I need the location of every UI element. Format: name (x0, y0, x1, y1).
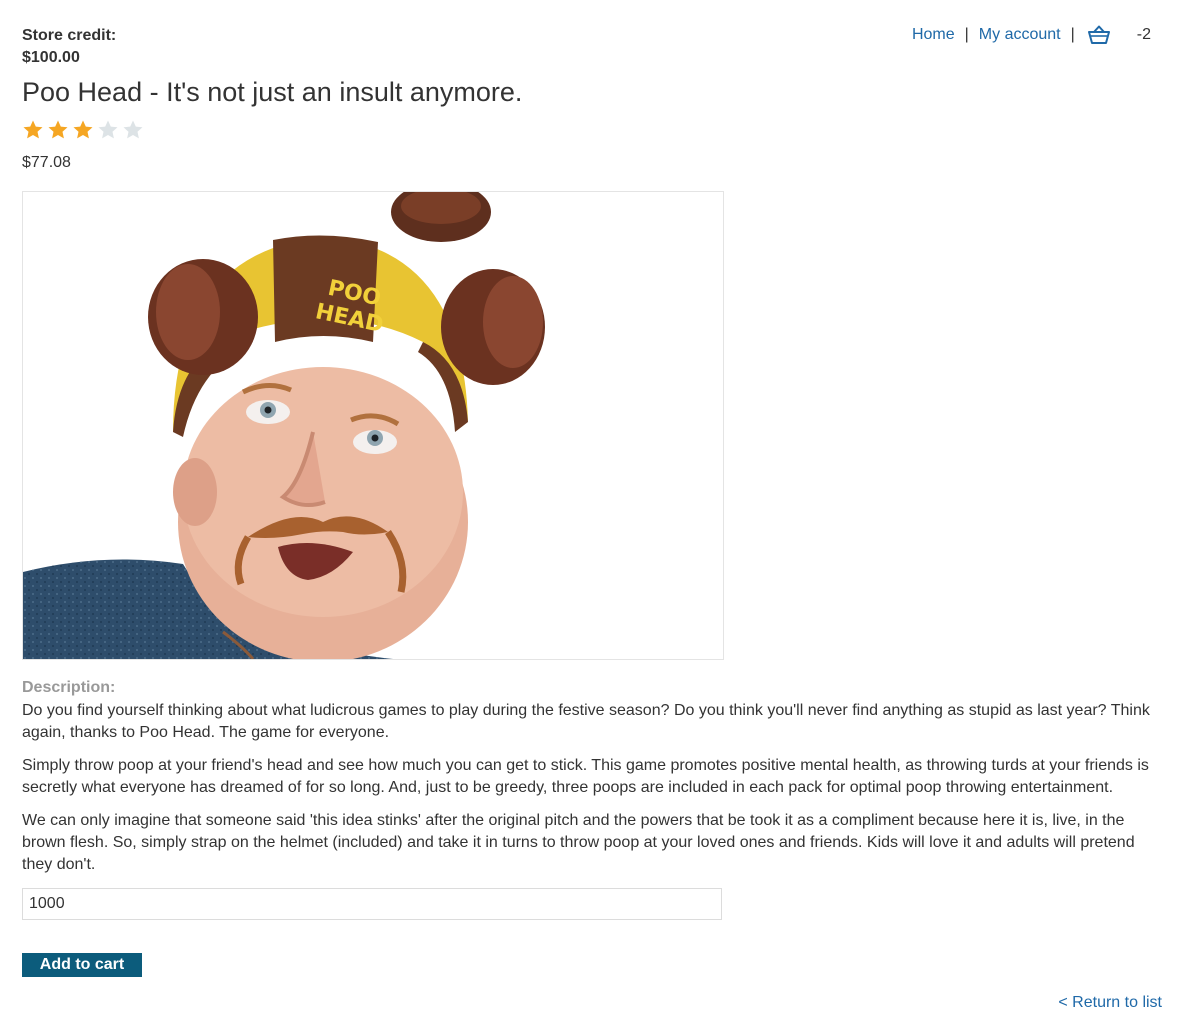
star-empty-icon (123, 120, 143, 139)
star-filled-icon (23, 120, 43, 139)
add-to-cart-button[interactable]: Add to cart (22, 953, 142, 977)
product-price: $77.08 (22, 154, 71, 171)
return-to-list-link[interactable]: < Return to list (1058, 994, 1162, 1012)
description-label: Description: (22, 679, 116, 696)
product-image: POO HEAD (22, 191, 724, 660)
home-link[interactable]: Home (912, 26, 955, 44)
description-paragraph: We can only imagine that someone said 't… (22, 812, 1135, 873)
star-filled-icon (73, 120, 93, 139)
cart-count: -2 (1136, 26, 1151, 43)
description-paragraph: Do you find yourself thinking about what… (22, 702, 1150, 741)
product-page: Store credit: $100.00 Home | My account … (0, 0, 1197, 1030)
star-empty-icon (98, 120, 118, 139)
my-account-link[interactable]: My account (979, 26, 1061, 44)
store-credit: Store credit: $100.00 (22, 25, 116, 69)
star-filled-icon (48, 120, 68, 139)
cart-basket-icon[interactable] (1087, 25, 1111, 45)
top-navigation: Home | My account | -2 (912, 22, 1151, 48)
product-description: Do you find yourself thinking about what… (22, 700, 1162, 887)
quantity-input[interactable] (22, 888, 722, 920)
product-photo-icon: POO HEAD (23, 192, 723, 659)
nav-separator: | (964, 26, 969, 43)
nav-separator: | (1070, 26, 1075, 43)
product-title: Poo Head - It's not just an insult anymo… (22, 77, 523, 107)
star-rating (22, 119, 144, 141)
store-credit-label: Store credit: (22, 27, 117, 44)
store-credit-value: $100.00 (22, 49, 80, 66)
description-paragraph: Simply throw poop at your friend's head … (22, 757, 1149, 796)
